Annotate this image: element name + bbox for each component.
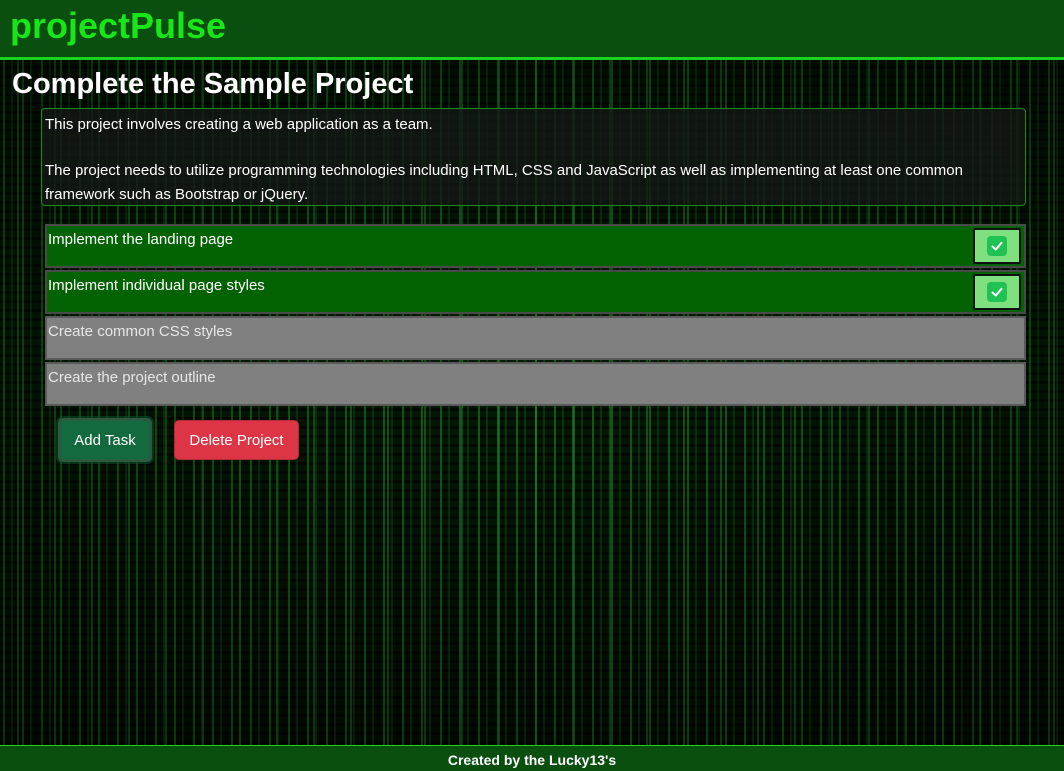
project-title: Complete the Sample Project: [12, 68, 414, 100]
brand-logo[interactable]: projectPulse: [10, 4, 226, 48]
site-header: projectPulse: [0, 0, 1064, 60]
task-item-pending[interactable]: Create the project outline: [45, 362, 1026, 406]
task-item-pending[interactable]: Create common CSS styles: [45, 316, 1026, 360]
task-complete-toggle[interactable]: [973, 228, 1021, 264]
footer-credit: Created by the Lucky13's: [447, 752, 617, 768]
task-label: Implement individual page styles: [48, 277, 265, 294]
delete-project-button[interactable]: Delete Project: [174, 420, 299, 460]
page: projectPulse Complete the Sample Project…: [0, 0, 1064, 771]
description-paragraph: The project needs to utilize programming…: [45, 162, 963, 203]
task-complete-toggle[interactable]: [973, 274, 1021, 310]
task-label: Create the project outline: [48, 369, 216, 386]
task-item-completed[interactable]: Implement individual page styles: [45, 270, 1026, 314]
task-label: Implement the landing page: [48, 231, 234, 248]
project-description: This project involves creating a web app…: [41, 108, 1026, 206]
task-item-completed[interactable]: Implement the landing page: [45, 224, 1026, 268]
check-icon: [987, 282, 1007, 302]
description-paragraph: This project involves creating a web app…: [45, 116, 433, 133]
site-footer: Created by the Lucky13's: [0, 745, 1064, 771]
check-icon: [987, 236, 1007, 256]
task-label: Create common CSS styles: [48, 323, 233, 340]
add-task-button[interactable]: Add Task: [58, 418, 152, 462]
